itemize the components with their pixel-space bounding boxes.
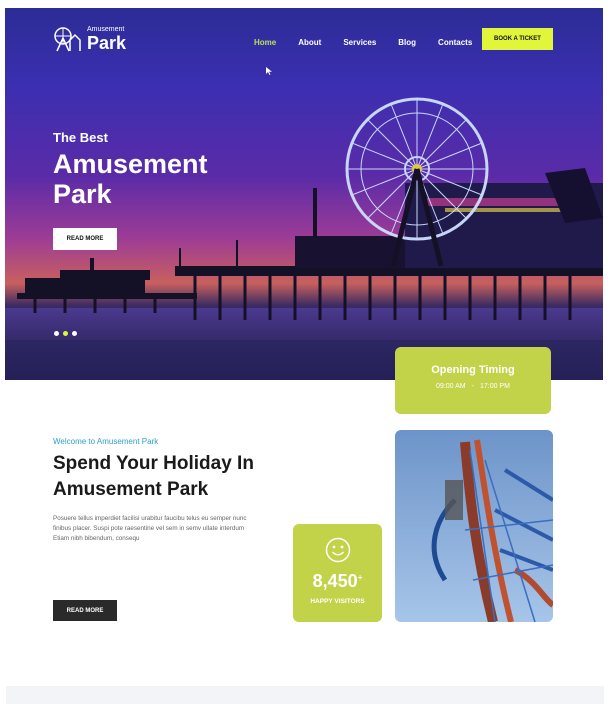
- slider-dots: [54, 331, 77, 336]
- hero-title: Amusement Park: [53, 149, 208, 209]
- opening-timing-card: Opening Timing 09:00 AM - 17:00 PM: [395, 347, 551, 414]
- smile-icon: [325, 537, 351, 563]
- open-time: 09:00 AM: [436, 383, 466, 390]
- hero-read-more-button[interactable]: READ MORE: [53, 228, 117, 250]
- visitors-suffix: +: [357, 573, 363, 582]
- visitors-stat-card: 8,450+ HAPPY VISITORS: [293, 524, 382, 622]
- logo-name: Park: [87, 33, 127, 53]
- next-section-strip: [6, 686, 604, 704]
- welcome-eyebrow: Welcome to Amusement Park: [53, 437, 159, 446]
- about-heading: Spend Your Holiday In Amusement Park: [53, 453, 254, 500]
- main-nav: Home About Services Blog Contacts: [254, 38, 472, 47]
- hero-subtitle: The Best: [53, 130, 108, 145]
- visitors-count: 8,450+: [293, 571, 382, 592]
- book-ticket-button[interactable]: BOOK A TICKET: [482, 28, 553, 50]
- page: Amusement Park Home About Services Blog …: [0, 0, 612, 704]
- nav-contacts[interactable]: Contacts: [438, 38, 472, 47]
- time-separator: -: [471, 383, 474, 390]
- nav-blog[interactable]: Blog: [398, 38, 416, 47]
- roller-coaster-illustration: [431, 439, 553, 622]
- nav-about[interactable]: About: [298, 38, 321, 47]
- slider-dot-active[interactable]: [63, 331, 68, 336]
- visitors-label: HAPPY VISITORS: [310, 598, 365, 605]
- about-read-more-button[interactable]: READ MORE: [53, 600, 117, 621]
- hero-section: Amusement Park Home About Services Blog …: [5, 8, 603, 380]
- roller-coaster-image: [395, 430, 553, 622]
- nav-services[interactable]: Services: [343, 38, 376, 47]
- opening-title: Opening Timing: [431, 364, 515, 376]
- visitors-value: 8,450: [312, 571, 358, 591]
- close-time: 17:00 PM: [479, 383, 510, 390]
- nav-home[interactable]: Home: [254, 38, 276, 47]
- slider-dot[interactable]: [72, 331, 77, 336]
- cursor-icon: [266, 67, 272, 75]
- park-logo-icon: [54, 27, 81, 52]
- slider-dot[interactable]: [54, 331, 59, 336]
- about-body: Posuere tellus imperdiet facilisi urabit…: [53, 515, 247, 542]
- logo[interactable]: Amusement Park: [53, 26, 126, 52]
- opening-hours: 09:00 AM - 17:00 PM: [395, 383, 551, 390]
